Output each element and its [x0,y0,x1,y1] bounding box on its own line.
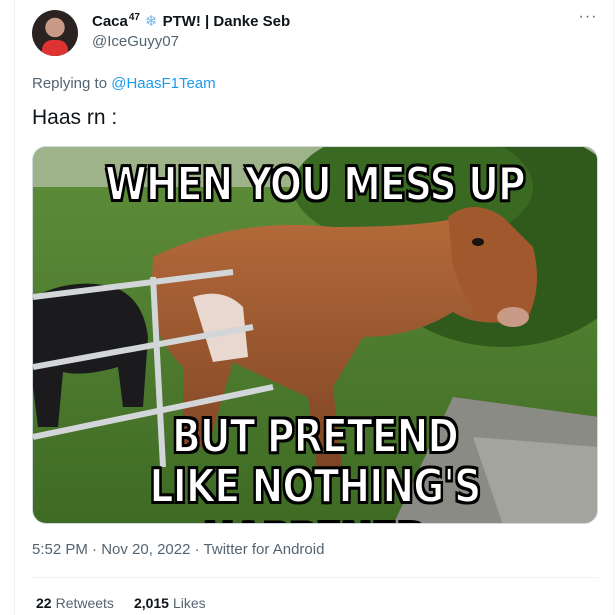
name-suffix: PTW! | Danke Seb [162,12,291,30]
snowflake-icon: ❄ [144,13,158,30]
meme-bottom-text-1: BUT PRETEND [171,408,460,464]
author-name[interactable]: Caca 47 ❄ PTW! | Danke Seb [92,11,291,31]
replying-to: Replying to @HaasF1Team [32,75,216,92]
name-superscript: 47 [128,11,140,23]
display-name[interactable]: Caca [92,13,128,30]
avatar[interactable] [32,10,78,56]
likes-label: Likes [172,595,206,611]
tweet-time[interactable]: 5:52 PM [32,541,88,558]
tweet-image[interactable]: WHEN YOU MESS UP BUT PRETEND LIKE NOTHIN… [32,146,598,524]
retweets-stat[interactable]: 22 Retweets [36,595,114,611]
likes-stat[interactable]: 2,015 Likes [134,595,206,611]
retweets-label: Retweets [55,595,114,611]
likes-count: 2,015 [133,595,169,611]
replying-to-link[interactable]: @HaasF1Team [111,75,215,92]
more-options-icon[interactable]: ··· [574,6,602,28]
meme-top-text: WHEN YOU MESS UP [104,156,526,212]
author-handle[interactable]: @IceGuyy07 [92,33,179,50]
engagement-stats: 22 Retweets 2,015 Likes [36,595,206,611]
meme-bottom-text-2: LIKE NOTHING'S HAPPENED [149,458,482,523]
retweets-count: 22 [36,595,52,611]
replying-to-prefix: Replying to [32,75,108,92]
tweet-source[interactable]: Twitter for Android [204,541,325,558]
meta-separator: · [92,541,98,558]
tweet-metadata: 5:52 PM · Nov 20, 2022 · Twitter for And… [32,541,324,558]
tweet-date[interactable]: Nov 20, 2022 [101,541,190,558]
tweet-text: Haas rn : [32,106,118,129]
divider [32,577,598,578]
avatar-shirt [42,40,68,56]
meta-separator: · [194,541,200,558]
